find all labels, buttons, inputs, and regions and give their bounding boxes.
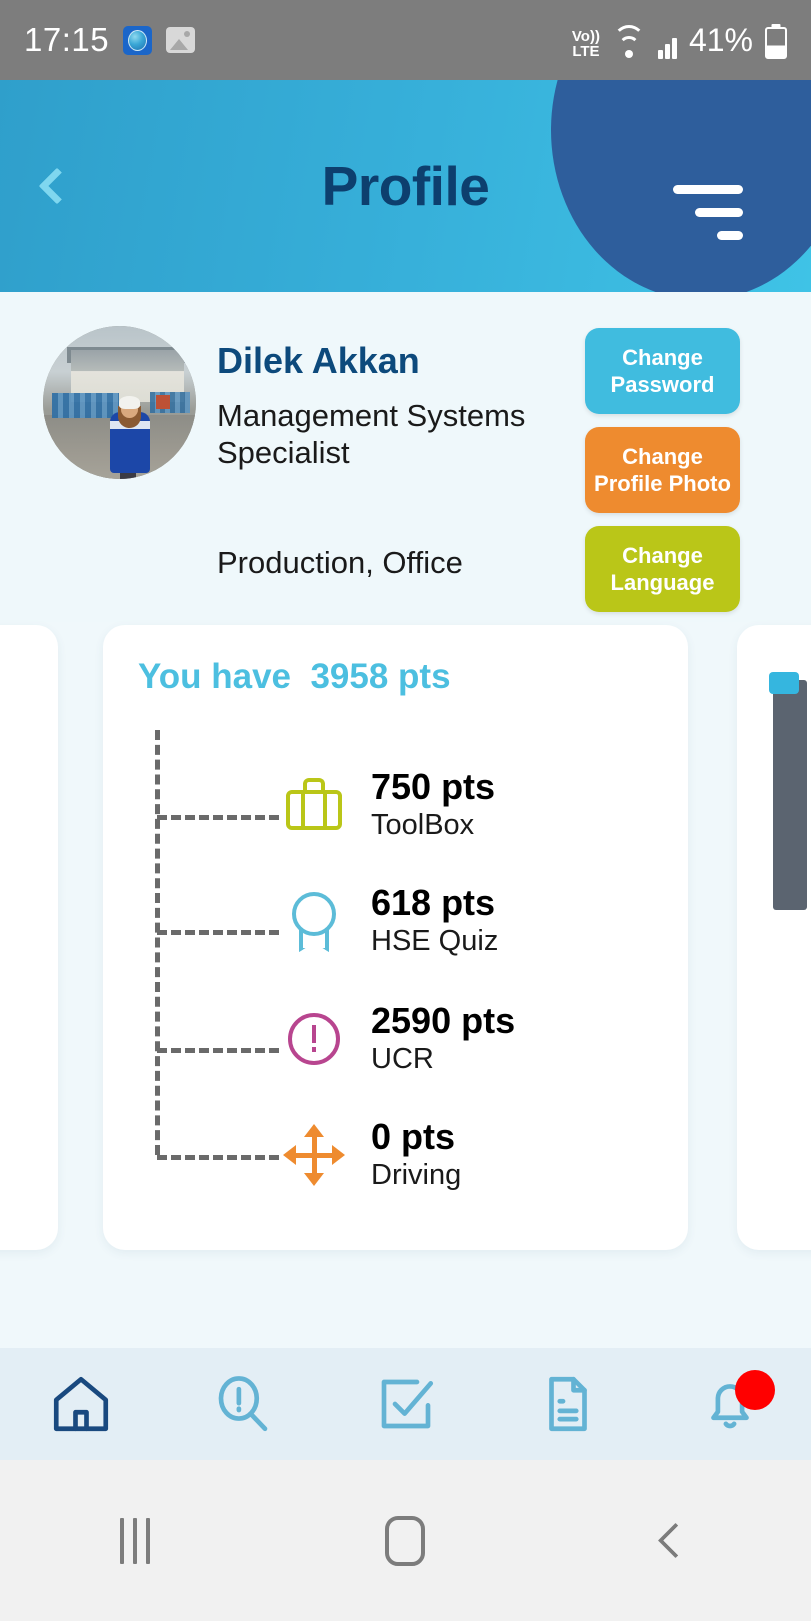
recents-icon (120, 1517, 151, 1564)
status-bar-left: 17:15 (24, 21, 196, 59)
status-time: 17:15 (24, 21, 110, 58)
bottom-navigation (0, 1348, 811, 1460)
toolbox-icon (283, 774, 345, 836)
points-value: 750 pts (371, 766, 496, 807)
system-recents-button[interactable] (0, 1517, 270, 1564)
points-headline: You have 3958 pts (138, 657, 451, 696)
back-icon (658, 1522, 694, 1559)
search-alert-icon (218, 1376, 268, 1432)
points-label: ToolBox (371, 809, 475, 841)
points-value: 0 pts (371, 1116, 456, 1157)
tree-spine (155, 730, 160, 1155)
points-row[interactable]: 2590 pts UCR (283, 1001, 515, 1077)
document-icon (548, 1376, 587, 1432)
profile-name: Dilek Akkan (217, 340, 420, 381)
change-password-button[interactable]: Change Password (585, 328, 740, 414)
battery-percent-label: 41% (688, 21, 753, 58)
status-bar: 17:15 Vo)) LTE 41% (0, 0, 811, 80)
status-bar-right: Vo)) LTE 41% (572, 22, 787, 59)
nav-tasks[interactable] (324, 1348, 486, 1460)
globe-app-icon (123, 25, 153, 55)
points-value: 618 pts (371, 882, 496, 923)
nav-documents[interactable] (487, 1348, 649, 1460)
exclamation-circle-icon (283, 1008, 345, 1070)
tree-branch (157, 1048, 279, 1053)
profile-job-title: Management Systems Specialist (217, 398, 526, 470)
volte-top-label: Vo)) (571, 27, 600, 45)
points-label: UCR (371, 1043, 434, 1075)
profile-department: Production, Office (217, 545, 463, 580)
system-home-button[interactable] (270, 1515, 540, 1566)
wifi-icon (612, 24, 646, 59)
profile-section: Dilek Akkan Management Systems Specialis… (0, 292, 811, 622)
signal-bars-icon (657, 33, 677, 59)
chart-bar (769, 672, 807, 910)
checkbox-edit-icon (381, 1379, 433, 1429)
gallery-icon (166, 27, 196, 53)
page-title: Profile (321, 155, 490, 217)
avatar[interactable] (43, 326, 196, 479)
change-language-button[interactable]: Change Language (585, 526, 740, 612)
points-row[interactable]: 750 pts ToolBox (283, 767, 495, 843)
change-profile-photo-button[interactable]: Change Profile Photo (585, 427, 740, 513)
chart-card-partial[interactable] (737, 625, 811, 1250)
points-value: 2590 pts (371, 1000, 516, 1041)
nav-notifications[interactable] (649, 1348, 811, 1460)
home-icon (54, 1376, 109, 1432)
points-row[interactable]: 618 pts HSE Quiz (283, 883, 498, 959)
move-arrows-icon (283, 1124, 345, 1186)
notification-badge (735, 1370, 776, 1410)
nav-report[interactable] (162, 1348, 324, 1460)
app-header: Profile (0, 80, 811, 292)
battery-icon (765, 26, 787, 59)
volte-bottom-label: LTE (572, 42, 600, 60)
points-card: You have 3958 pts 750 pts ToolBox 618 pt… (103, 625, 688, 1250)
points-row[interactable]: 0 pts Driving (283, 1117, 461, 1193)
nav-home[interactable] (0, 1348, 162, 1460)
tree-branch (157, 815, 279, 820)
phone-screen: 17:15 Vo)) LTE 41% Profile Dilek Akkan M… (0, 0, 811, 1621)
system-navigation-bar (0, 1460, 811, 1621)
points-label: HSE Quiz (371, 925, 499, 957)
award-ribbon-icon (283, 890, 345, 952)
cards-carousel: ★ ★ ★ You have 3958 pts (0, 625, 811, 1250)
home-square-icon (385, 1515, 426, 1566)
points-label: Driving (371, 1159, 462, 1191)
tree-branch (157, 930, 279, 935)
tree-branch (157, 1155, 279, 1160)
leaderboard-card-partial[interactable]: ★ ★ ★ (0, 625, 58, 1250)
volte-icon: Vo)) LTE (572, 29, 600, 59)
system-back-button[interactable] (541, 1522, 811, 1559)
